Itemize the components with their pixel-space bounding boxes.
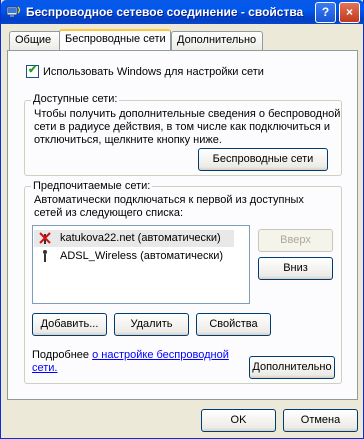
- available-networks-text-3: отключиться, щелкните кнопку ниже.: [34, 134, 222, 146]
- network-connection-icon: [6, 6, 21, 17]
- use-windows-label[interactable]: Использовать Windows для настройки сети: [43, 66, 264, 78]
- network-properties-button[interactable]: Свойства: [196, 313, 271, 336]
- network-name: katukova22.net (автоматически): [60, 232, 221, 244]
- help-button[interactable]: ?: [315, 2, 336, 23]
- network-disconnected-icon: [39, 232, 51, 244]
- learn-more-prefix: Подробнее: [32, 349, 93, 361]
- learn-more-link[interactable]: о настройке беспроводной: [92, 349, 229, 361]
- preferred-networks-title: Предпочитаемые сети:: [31, 180, 153, 192]
- properties-window: Беспроводное сетевое соединение - свойст…: [0, 0, 364, 439]
- use-windows-checkbox[interactable]: ✔: [26, 64, 39, 78]
- learn-more-text: Подробнее о настройке беспроводной: [32, 349, 229, 361]
- learn-more-link-continued[interactable]: сети.: [32, 362, 58, 374]
- move-up-button[interactable]: Вверх: [258, 229, 333, 252]
- network-antenna-icon: [43, 250, 47, 262]
- close-button[interactable]: ×: [339, 2, 360, 23]
- network-name: ADSL_Wireless (автоматически): [60, 250, 224, 262]
- list-item[interactable]: katukova22.net (автоматически): [34, 230, 234, 247]
- view-wireless-networks-button[interactable]: Беспроводные сети: [198, 148, 328, 171]
- tab-wireless-networks[interactable]: Беспроводные сети: [59, 29, 171, 50]
- tab-advanced[interactable]: Дополнительно: [171, 31, 263, 50]
- advanced-button[interactable]: Дополнительно: [249, 356, 335, 379]
- available-networks-title: Доступные сети:: [31, 93, 120, 105]
- add-network-button[interactable]: Добавить...: [32, 313, 107, 336]
- list-item[interactable]: ADSL_Wireless (автоматически): [34, 248, 234, 265]
- remove-network-button[interactable]: Удалить: [114, 313, 189, 336]
- ok-button[interactable]: OK: [201, 409, 276, 432]
- move-down-button[interactable]: Вниз: [258, 257, 333, 280]
- title-bar[interactable]: Беспроводное сетевое соединение - свойст…: [1, 0, 364, 24]
- checkmark-icon: ✔: [28, 64, 38, 76]
- preferred-networks-text-2: сетей из следующего списка:: [34, 207, 184, 219]
- window-title: Беспроводное сетевое соединение - свойст…: [26, 5, 304, 19]
- tab-general[interactable]: Общие: [9, 31, 62, 50]
- preferred-networks-list[interactable]: katukova22.net (автоматически) ADSL_Wire…: [32, 225, 250, 304]
- available-networks-text-1: Чтобы получить дополнительные сведения о…: [34, 108, 341, 120]
- available-networks-text-2: сети в радиусе действия, в том числе как…: [34, 121, 330, 133]
- cancel-button[interactable]: Отмена: [283, 409, 358, 432]
- preferred-networks-text-1: Автоматически подключаться к первой из д…: [34, 194, 304, 206]
